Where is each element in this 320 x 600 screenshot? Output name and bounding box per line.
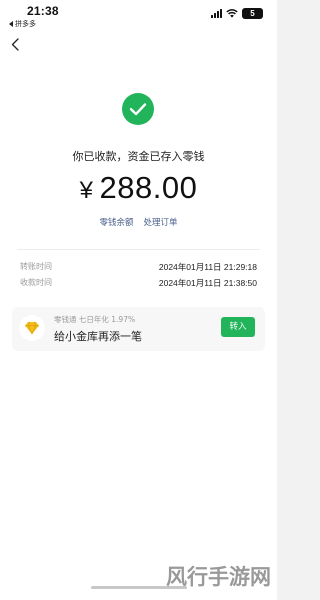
checkmark-circle-icon bbox=[122, 93, 154, 125]
diamond-icon bbox=[19, 315, 45, 341]
detail-row-receive-time: 收款时间 2024年01月11日 21:38:50 bbox=[20, 277, 257, 289]
status-icons: 5 bbox=[211, 8, 263, 19]
detail-value: 2024年01月11日 21:29:18 bbox=[158, 262, 257, 272]
action-links: 零钱余额 处理订单 bbox=[0, 216, 277, 228]
lingqiantong-promo-card[interactable]: 零钱通 七日年化 1.97% 给小金库再添一笔 转入 bbox=[12, 307, 265, 351]
detail-label: 转账时间 bbox=[20, 262, 52, 271]
detail-row-transfer-time: 转账时间 2024年01月11日 21:29:18 bbox=[20, 261, 257, 273]
success-message: 你已收款，资金已存入零钱 bbox=[72, 150, 205, 163]
back-to-app-link[interactable]: 拼多多 bbox=[9, 19, 36, 29]
balance-link[interactable]: 零钱余额 bbox=[99, 216, 133, 228]
promo-title: 给小金库再添一笔 bbox=[54, 330, 142, 343]
back-app-label: 拼多多 bbox=[15, 20, 36, 28]
back-button[interactable] bbox=[8, 36, 22, 52]
screen: 21:38 拼多多 5 你已收款，资金已存入零钱 ¥ 288.00 零钱余额 处… bbox=[0, 0, 277, 600]
promo-subtitle: 零钱通 七日年化 1.97% bbox=[54, 315, 136, 324]
battery-indicator: 5 bbox=[242, 8, 263, 19]
order-link[interactable]: 处理订单 bbox=[144, 216, 178, 228]
transfer-in-button[interactable]: 转入 bbox=[221, 317, 255, 337]
amount-display: ¥288.00 bbox=[0, 170, 277, 206]
status-bar: 21:38 拼多多 5 bbox=[0, 0, 277, 30]
detail-label: 收款时间 bbox=[20, 278, 52, 287]
amount-value: 288.00 bbox=[99, 170, 198, 205]
status-time: 21:38 bbox=[27, 4, 59, 18]
back-triangle-icon bbox=[9, 21, 13, 27]
detail-value: 2024年01月11日 21:38:50 bbox=[158, 278, 257, 288]
divider bbox=[17, 249, 260, 250]
watermark: 风行手游网 bbox=[166, 565, 271, 589]
wifi-icon bbox=[226, 9, 238, 18]
currency-symbol: ¥ bbox=[79, 177, 94, 204]
chevron-left-icon bbox=[11, 37, 19, 51]
signal-icon bbox=[211, 9, 222, 18]
